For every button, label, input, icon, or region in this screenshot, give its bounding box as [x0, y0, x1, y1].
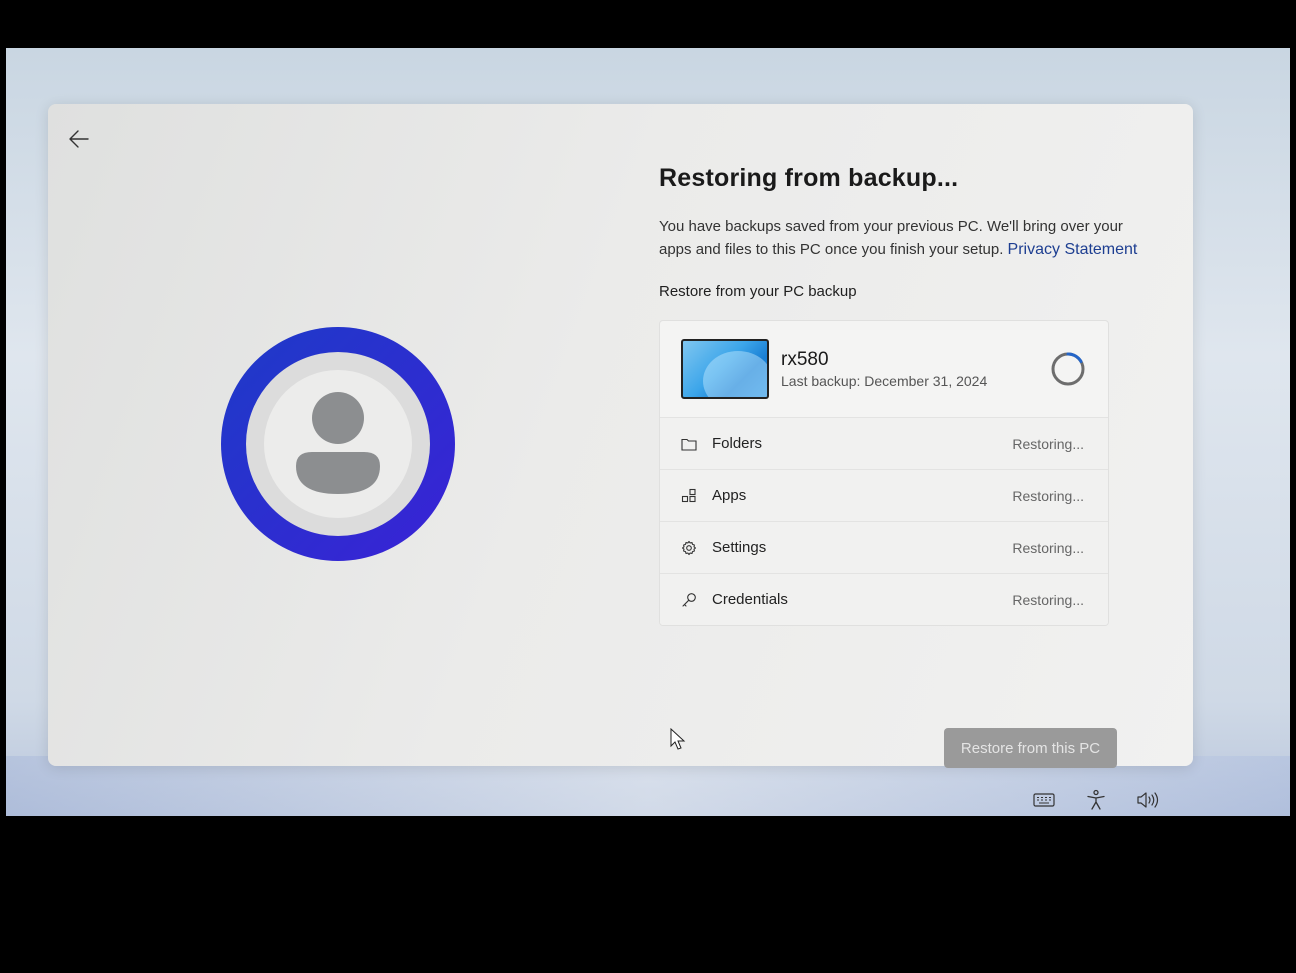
- item-label: Credentials: [712, 591, 788, 608]
- item-status: Restoring...: [1012, 539, 1084, 556]
- accessibility-icon[interactable]: [1084, 788, 1108, 812]
- apps-icon: [680, 487, 698, 505]
- pc-thumbnail-icon: [681, 339, 769, 399]
- user-avatar-icon: [220, 326, 456, 567]
- item-status: Restoring...: [1012, 487, 1084, 504]
- volume-icon[interactable]: [1136, 788, 1160, 812]
- key-icon: [680, 591, 698, 609]
- item-label: Folders: [712, 435, 763, 452]
- back-arrow-icon: [69, 130, 89, 148]
- device-info: rx580 Last backup: December 31, 2024: [781, 349, 987, 389]
- item-status: Restoring...: [1012, 435, 1084, 452]
- restore-panel: Restoring from backup... You have backup…: [659, 164, 1139, 626]
- restore-item-folders: Folders Restoring...: [660, 417, 1108, 469]
- loading-spinner-icon: [1050, 351, 1086, 392]
- page-title: Restoring from backup...: [659, 164, 959, 192]
- restore-item-credentials: Credentials Restoring...: [660, 573, 1108, 625]
- description: You have backups saved from your previou…: [659, 215, 1139, 261]
- back-button[interactable]: [64, 124, 94, 154]
- screen: Restoring from backup... You have backup…: [6, 48, 1290, 816]
- privacy-statement-link[interactable]: Privacy Statement: [1008, 241, 1138, 258]
- restore-from-pc-button[interactable]: Restore from this PC: [944, 728, 1117, 768]
- last-backup-date: Last backup: December 31, 2024: [781, 373, 988, 389]
- system-tray: [1032, 788, 1160, 812]
- item-label: Settings: [712, 539, 767, 556]
- item-label: Apps: [712, 487, 747, 504]
- section-label: Restore from your PC backup: [659, 283, 857, 300]
- item-status: Restoring...: [1012, 591, 1084, 608]
- gear-icon: [680, 539, 698, 557]
- restore-item-settings: Settings Restoring...: [660, 521, 1108, 573]
- setup-card: Restoring from backup... You have backup…: [48, 104, 1193, 768]
- folder-icon: [680, 435, 698, 453]
- device-name: rx580: [781, 349, 829, 370]
- device-entry: rx580 Last backup: December 31, 2024: [660, 321, 1108, 417]
- backup-list: rx580 Last backup: December 31, 2024 Fol…: [659, 320, 1109, 626]
- keyboard-icon[interactable]: [1032, 788, 1056, 812]
- restore-item-apps: Apps Restoring...: [660, 469, 1108, 521]
- mouse-pointer-icon: [670, 727, 688, 757]
